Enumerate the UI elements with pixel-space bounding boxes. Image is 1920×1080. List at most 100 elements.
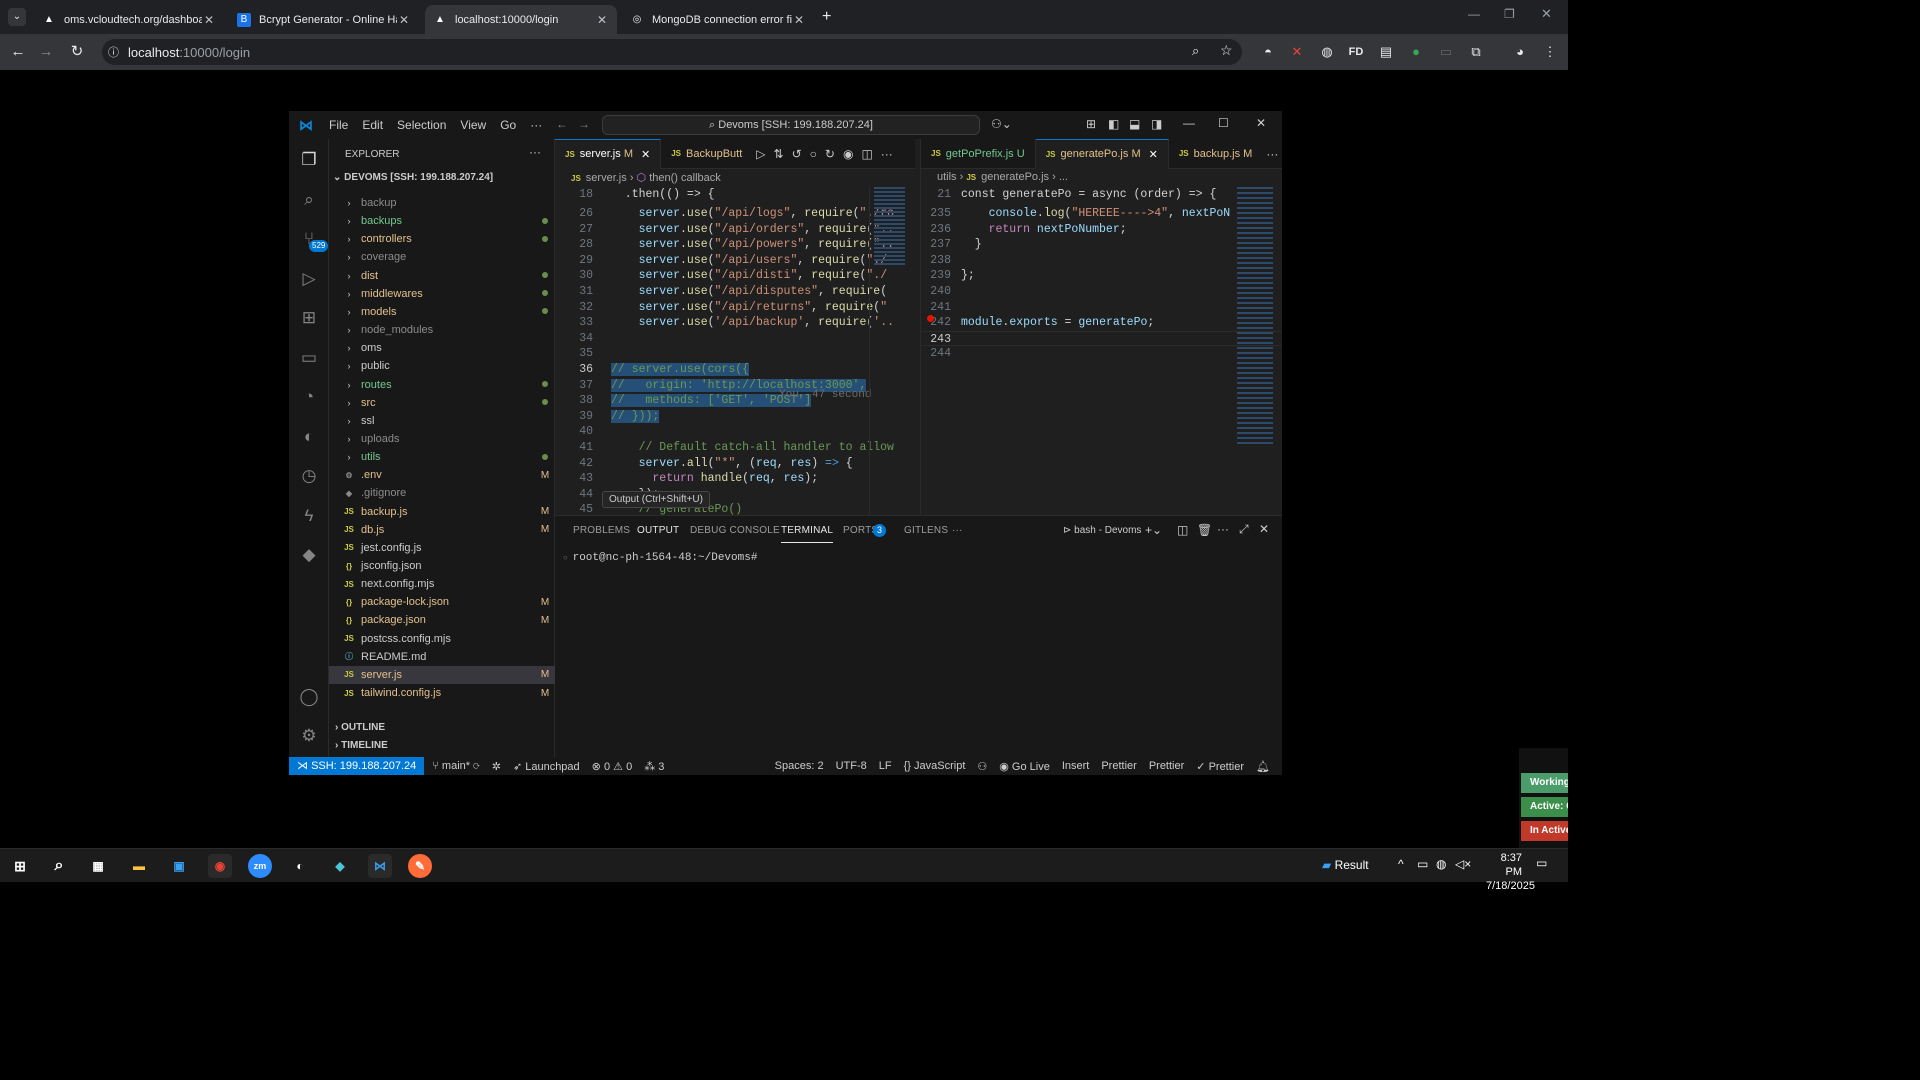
tab-output[interactable]: OUTPUT [637, 525, 679, 536]
status-chip-active[interactable]: Active: C [1521, 797, 1568, 817]
tree-item-backup-js[interactable]: JS backup.js M [329, 503, 555, 521]
tab-getpoprefix[interactable]: JS getPoPrefix.js U [921, 138, 1036, 169]
volume-icon[interactable]: ◁× [1455, 857, 1471, 871]
browser-menu-icon[interactable]: ⋮ [1540, 42, 1560, 62]
toggle-panel-icon[interactable]: ⬓ [1129, 117, 1140, 131]
extension-close-icon[interactable]: ✕ [1287, 42, 1307, 62]
bug-icon[interactable]: ✲ [492, 760, 501, 773]
indent-indicator[interactable]: Spaces: 2 [775, 760, 824, 772]
encoding-indicator[interactable]: UTF-8 [836, 760, 867, 772]
minimize-icon[interactable]: — [1183, 116, 1195, 130]
menu-edit[interactable]: Edit [362, 118, 383, 132]
command-center[interactable]: ⌕ Devoms [SSH: 199.188.207.24] [602, 115, 980, 135]
tree-item-jsconfig-json[interactable]: {} jsconfig.json [329, 557, 555, 575]
tree-item--gitignore[interactable]: ◆ .gitignore [329, 484, 555, 502]
panel-more-icon[interactable]: ··· [952, 525, 963, 536]
code-line[interactable]: 241 [921, 300, 1282, 316]
code-line[interactable]: 235 console.log("HEREEE---->4", nextPoN [921, 206, 1282, 222]
tree-item-routes[interactable]: › routes [329, 376, 555, 394]
code-line[interactable]: 41 // Default catch-all handler to allow [555, 440, 915, 456]
split-terminal-icon[interactable]: ◫ [1177, 523, 1188, 537]
explorer-icon[interactable]: ❐ [298, 149, 320, 171]
back-icon[interactable]: ← [8, 42, 28, 62]
code-line[interactable]: 240 [921, 284, 1282, 300]
network-icon[interactable]: ◍ [1436, 857, 1446, 871]
menu-more[interactable]: ··· [530, 118, 542, 132]
close-tab-icon[interactable]: ✕ [397, 13, 411, 27]
code-line[interactable]: 237 } [921, 237, 1282, 253]
code-line[interactable]: 30 server.use("/api/disti", require("./ [555, 268, 915, 284]
vscode-taskbar-icon[interactable]: ⋈ [368, 854, 392, 878]
tab-search-button[interactable]: ⌄ [8, 8, 26, 26]
terminal-shell[interactable]: ⊳ bash - Devoms [1063, 525, 1141, 536]
timeline-section[interactable]: › TIMELINE [335, 740, 388, 751]
bookmark-star-icon[interactable]: ☆ [1220, 42, 1233, 59]
browser-tab-active[interactable]: ▲ localhost:10000/login ✕ [425, 5, 617, 34]
python-icon[interactable]: ◆ [298, 544, 320, 566]
tree-item-coverage[interactable]: › coverage [329, 248, 555, 266]
menu-view[interactable]: View [460, 118, 486, 132]
maximize-panel-icon[interactable]: ⤢ [1239, 522, 1249, 537]
close-tab-icon[interactable]: ✕ [792, 13, 806, 27]
settings-gear-icon[interactable]: ⚙ [298, 725, 320, 747]
breadcrumb-tail[interactable]: ... [1059, 171, 1068, 183]
close-tab-icon[interactable]: ✕ [1149, 148, 1158, 161]
new-terminal-icon[interactable]: +⌄ [1145, 523, 1162, 537]
remote-indicator[interactable]: ⋊ SSH: 199.188.207.24 [289, 757, 425, 775]
customize-layout-icon[interactable]: ⊞ [1086, 117, 1096, 131]
eol-indicator[interactable]: LF [879, 760, 892, 772]
run-icon[interactable]: ▷ [756, 147, 765, 161]
tree-item-src[interactable]: › src [329, 394, 555, 412]
timeline-play-icon[interactable]: ◉ [843, 147, 853, 161]
code-line[interactable]: 33 server.use('/api/backup', require('.. [555, 315, 915, 331]
code-line[interactable]: 243 [921, 330, 1282, 347]
extension-fd-icon[interactable]: FD [1346, 42, 1366, 62]
breakpoint-icon[interactable] [927, 315, 934, 322]
store-icon[interactable]: ▣ [167, 854, 191, 878]
tree-item-package-json[interactable]: {} package.json M [329, 611, 555, 629]
tab-gitlens[interactable]: GITLENS [904, 525, 948, 536]
tab-backupbutton[interactable]: JS BackupButt [661, 139, 752, 169]
tree-item-db-js[interactable]: JS db.js M [329, 521, 555, 539]
status-chip-inactive[interactable]: In Active [1521, 821, 1568, 841]
notifications-bell-icon[interactable]: 🔔︎ [1256, 760, 1270, 773]
tree-item-oms[interactable]: › oms [329, 339, 555, 357]
tab-backup-js[interactable]: JS backup.js M [1169, 139, 1263, 169]
copilot-status-icon[interactable]: ⚇ [977, 760, 987, 773]
tab-terminal[interactable]: TERMINAL [781, 525, 834, 543]
browser-tab[interactable]: ◎ MongoDB connection error fix ✕ [622, 5, 814, 34]
code-line[interactable]: 34 [555, 331, 915, 347]
toggle-sidebar-icon[interactable]: ◧ [1108, 117, 1119, 131]
browser-tab[interactable]: B Bcrypt Generator - Online Hash ✕ [229, 5, 419, 34]
revert-icon[interactable]: ↺ [792, 147, 802, 161]
code-line[interactable]: 31 server.use("/api/disputes", require( [555, 284, 915, 300]
code-line[interactable]: 42 server.all("*", (req, res) => { [555, 456, 915, 472]
taskbar-search-icon[interactable]: ⌕ [47, 854, 71, 878]
tree-item-ssl[interactable]: › ssl [329, 412, 555, 430]
chrome-icon[interactable]: ◉ [208, 854, 232, 878]
timeline-icon[interactable]: ◷ [298, 465, 320, 487]
site-info-icon[interactable]: ⓘ [108, 44, 119, 60]
tree-item-controllers[interactable]: › controllers [329, 230, 555, 248]
new-tab-button[interactable]: + [822, 8, 831, 26]
code-line[interactable]: 40 [555, 424, 915, 440]
app-diamond-icon[interactable]: ◆ [328, 854, 352, 878]
extensions-puzzle-icon[interactable]: ⧉ [1466, 42, 1486, 62]
toggle-secondary-sidebar-icon[interactable]: ◨ [1151, 117, 1162, 131]
profile-avatar[interactable]: ◕ [1510, 42, 1530, 62]
forward-icon[interactable]: → [36, 42, 56, 62]
tray-chevron-icon[interactable]: ^ [1398, 857, 1404, 871]
extension-glasses-icon[interactable]: ◓ [1258, 42, 1278, 62]
code-line[interactable]: 238 [921, 253, 1282, 269]
thunder-client-icon[interactable]: ◐ [298, 426, 320, 448]
code-line[interactable]: 35 [555, 346, 915, 362]
file-explorer-icon[interactable]: ▬ [127, 854, 151, 878]
breadcrumb-symbol[interactable]: then() callback [649, 172, 721, 184]
extension-cast-icon[interactable]: ▭ [1436, 42, 1456, 62]
close-window-icon[interactable]: ✕ [1541, 6, 1552, 22]
menu-selection[interactable]: Selection [397, 118, 446, 132]
code-line[interactable]: 244 [921, 346, 1282, 362]
branch-indicator[interactable]: ⑂ main* ⟳ [432, 760, 479, 772]
tree-item--env[interactable]: ⚙ .env M [329, 466, 555, 484]
tree-item-dist[interactable]: › dist [329, 267, 555, 285]
